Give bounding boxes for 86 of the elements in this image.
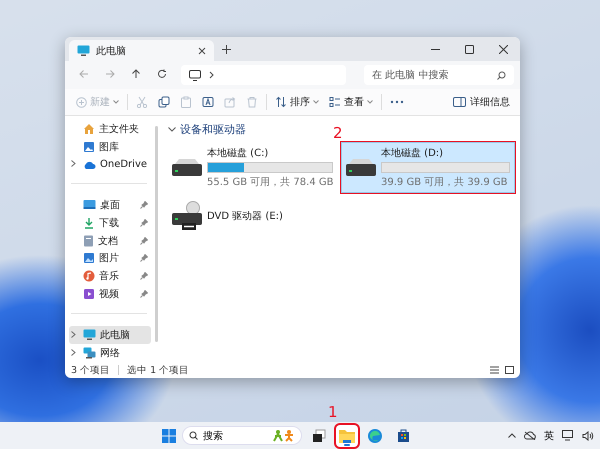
toolbar-button[interactable]: 查看 — [324, 92, 378, 112]
sidebar-item[interactable]: 图片 — [69, 249, 151, 268]
details-view-icon — [490, 366, 499, 374]
close-icon — [499, 45, 508, 54]
cloud-icon — [83, 160, 96, 170]
drive-name: DVD 驱动器 (E:) — [207, 210, 284, 222]
free-space-text: 55.5 GB 可用，共 78.4 GB — [207, 176, 334, 189]
video-icon — [83, 288, 95, 300]
taskbar-search-field[interactable]: 搜索 — [182, 426, 302, 445]
monitor-icon — [562, 430, 574, 441]
speaker-icon — [582, 430, 594, 440]
chevron-up-icon — [508, 433, 516, 438]
rename-icon — [202, 96, 214, 108]
forward-arrow-icon — [105, 68, 115, 78]
drive-name: 本地磁盘 (C:) — [207, 146, 270, 160]
share-icon — [224, 96, 236, 108]
windows-stack-icon — [312, 428, 326, 442]
monitor-icon — [189, 70, 201, 80]
music-icon — [83, 270, 95, 282]
sort-icon — [275, 96, 287, 108]
drive-item[interactable]: DVD 驱动器 (E:) — [168, 198, 336, 233]
network-icon — [83, 347, 96, 360]
monitor-icon — [83, 329, 96, 342]
free-space-text: 39.9 GB 可用，共 39.9 GB — [381, 176, 508, 189]
monitor-icon — [77, 44, 90, 56]
sidebar-item[interactable]: OneDrive — [69, 156, 151, 174]
download-icon — [83, 216, 95, 229]
trash-icon — [246, 96, 258, 108]
sidebar-item[interactable]: 图库 — [69, 138, 151, 156]
input-method[interactable]: 英 — [544, 428, 554, 442]
figures-icon — [273, 429, 295, 442]
chevron-right-icon — [209, 71, 214, 79]
tiles-view-icon — [505, 366, 514, 374]
home-icon — [83, 122, 95, 135]
copy-icon — [158, 96, 170, 108]
sidebar-item[interactable]: 音乐 — [69, 267, 151, 286]
sidebar-item[interactable]: 文档 — [69, 232, 151, 250]
details-pane-icon — [453, 97, 466, 107]
hard-drive-icon — [346, 159, 376, 176]
gallery-icon — [83, 140, 95, 153]
annotation-number: 2 — [333, 126, 343, 141]
toolbar-button[interactable]: 排序 — [270, 92, 324, 112]
refresh-icon — [157, 68, 167, 78]
window-tab[interactable]: 此电脑 — [69, 40, 214, 61]
cloud-off-icon — [524, 431, 536, 440]
details-button[interactable]: 详细信息 — [449, 95, 514, 109]
hard-drive-icon — [172, 159, 202, 176]
chevron-right-icon — [71, 348, 76, 356]
folder-icon — [338, 428, 356, 444]
close-icon — [198, 46, 206, 54]
sidebar-item[interactable]: 下载 — [69, 214, 151, 232]
drive-item[interactable]: 本地磁盘 (C:) 55.5 GB 可用，共 78.4 GB — [168, 143, 336, 192]
annotation-number: 1 — [328, 404, 338, 420]
up-arrow-icon — [131, 68, 141, 78]
document-icon — [83, 234, 94, 246]
desktop-icon — [83, 199, 96, 210]
item-count: 3 个项目 — [71, 364, 110, 376]
sidebar-item[interactable]: 桌面 — [69, 196, 151, 214]
browser-icon — [367, 428, 383, 444]
dvd-drive-icon — [172, 201, 202, 230]
chevron-down-icon — [367, 100, 373, 104]
sidebar-item[interactable]: 网络 — [69, 344, 151, 362]
search-icon — [497, 70, 506, 80]
plus-icon — [222, 45, 231, 54]
chevron-right-icon — [71, 160, 76, 168]
plus-icon — [76, 96, 87, 108]
search-icon — [189, 431, 198, 440]
chevron-down-icon — [113, 100, 119, 104]
selection-count: 选中 1 个项目 — [127, 364, 190, 376]
drive-name: 本地磁盘 (D:) — [381, 146, 444, 160]
back-arrow-icon — [79, 68, 89, 78]
sidebar-item[interactable]: 视频 — [69, 285, 151, 304]
shopping-bag-icon — [396, 428, 410, 443]
maximize-icon — [465, 45, 474, 54]
list-view-icon — [329, 96, 341, 108]
chevron-right-icon — [71, 330, 76, 338]
sidebar-item[interactable]: 此电脑 — [69, 326, 151, 344]
clipboard-icon — [180, 96, 192, 108]
picture-icon — [83, 252, 95, 264]
section-header[interactable]: 设备和驱动器 — [168, 122, 246, 137]
scissors-icon — [136, 96, 148, 108]
windows-logo-icon — [162, 428, 176, 442]
more-icon — [390, 100, 404, 104]
sidebar-item[interactable]: 主文件夹 — [69, 120, 151, 138]
chevron-down-icon — [313, 100, 319, 104]
search-field[interactable]: 在 此电脑 中搜索 — [364, 65, 514, 85]
